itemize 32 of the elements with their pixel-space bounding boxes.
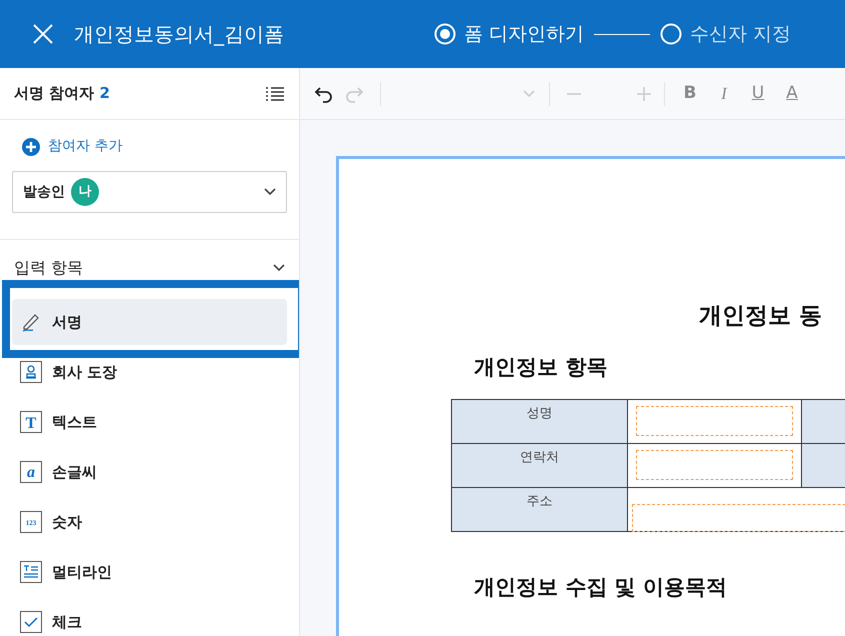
input-field[interactable] xyxy=(636,450,793,480)
chevron-down-icon[interactable] xyxy=(523,90,535,98)
plus-circle-icon xyxy=(22,138,40,156)
participant-count: 2 xyxy=(99,84,110,102)
text-icon: T xyxy=(20,411,42,433)
radio-icon xyxy=(660,23,682,45)
multiline-icon xyxy=(20,561,42,583)
table-cell: 연락처 xyxy=(452,444,628,487)
section-header[interactable]: 입력 항목 xyxy=(0,240,299,296)
table-cell: 성명 xyxy=(452,400,628,443)
input-field[interactable] xyxy=(636,406,793,436)
field-type-item[interactable]: 서명 xyxy=(12,299,287,345)
add-participant-button[interactable]: 참여자 추가 xyxy=(22,136,122,157)
radio-icon xyxy=(434,23,456,45)
list-icon[interactable] xyxy=(265,86,285,102)
section-heading: 개인정보 수집 및 이용목적 xyxy=(474,575,727,599)
participant-select[interactable]: 발송인 나 xyxy=(12,171,287,213)
checkbox-icon xyxy=(20,611,42,633)
stamp-icon xyxy=(20,361,42,383)
table-cell: 주소 xyxy=(452,488,628,531)
document-heading: 개인정보 동 xyxy=(699,303,822,329)
script-icon: a xyxy=(20,461,42,483)
section-heading: 개인정보 항목 xyxy=(474,354,608,378)
participant-label: 발송인 xyxy=(23,182,65,202)
document-title: 개인정보동의서_김이폼 xyxy=(74,21,285,48)
participants-title: 서명 참여자 xyxy=(14,84,94,102)
close-icon[interactable] xyxy=(32,23,54,45)
plus-icon[interactable] xyxy=(636,86,652,102)
step-tab[interactable]: 수신자 지정 xyxy=(660,20,792,48)
participant-badge: 나 xyxy=(71,178,99,206)
chevron-down-icon xyxy=(264,188,276,196)
step-tab[interactable]: 폼 디자인하기 xyxy=(434,20,584,48)
